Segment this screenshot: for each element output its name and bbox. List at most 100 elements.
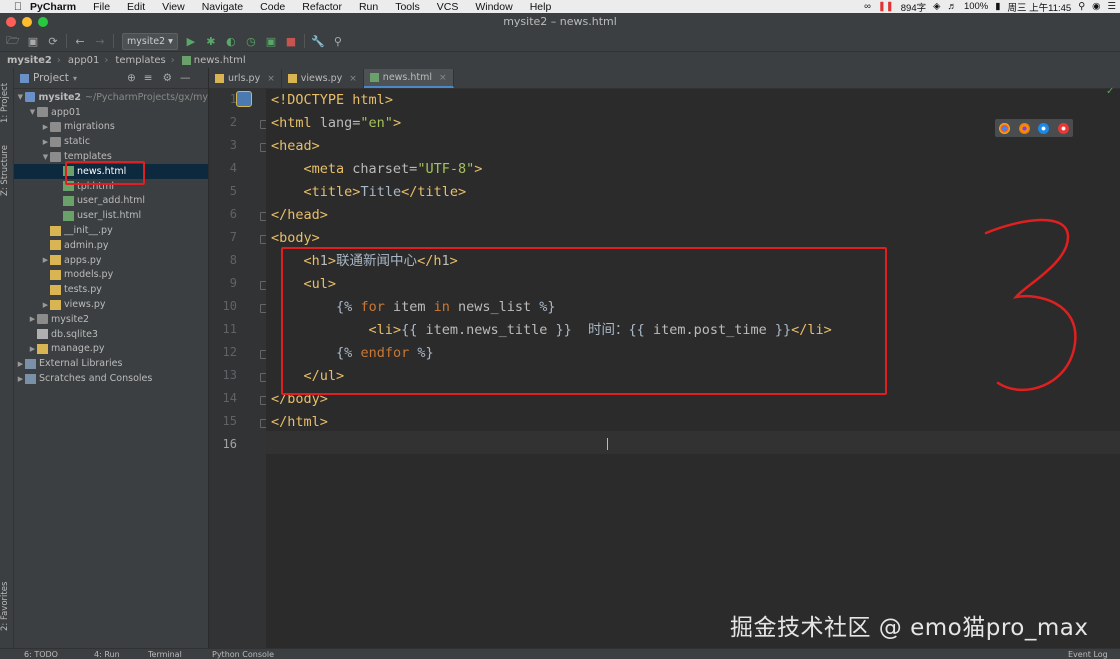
expanded-arrow-icon[interactable]: ▼ (28, 108, 37, 116)
tree-item-external-libraries[interactable]: ▶ External Libraries (14, 356, 208, 371)
project-view-selector[interactable]: Project (33, 72, 69, 84)
tree-item-models-py[interactable]: models.py (14, 268, 208, 283)
forward-icon[interactable]: → (93, 34, 107, 48)
coverage-icon[interactable]: ◐ (224, 34, 238, 48)
target-icon[interactable]: ⊕ (127, 72, 136, 84)
code-line[interactable]: <meta charset="UTF-8"> (271, 158, 483, 181)
menu-tools[interactable]: Tools (395, 1, 420, 13)
menu-help[interactable]: Help (530, 1, 552, 13)
pause-icon[interactable]: ❚❚ (878, 1, 894, 12)
tree-item-user-add-html[interactable]: user_add.html (14, 194, 208, 209)
code-line[interactable]: <title>Title</title> (271, 181, 467, 204)
structure-tool-tab[interactable]: Z: Structure (0, 140, 13, 202)
wifi-icon[interactable]: ◈ (933, 1, 940, 12)
python-console-icon[interactable] (236, 91, 252, 107)
back-icon[interactable]: ← (73, 34, 87, 48)
apple-menu-icon[interactable]:  (12, 1, 24, 13)
run-config-select[interactable]: mysite2 ▾ (122, 32, 178, 50)
tree-item-scratches[interactable]: ▶ Scratches and Consoles (14, 371, 208, 386)
tree-item-init-py[interactable]: __init__.py (14, 223, 208, 238)
menu-run[interactable]: Run (359, 1, 378, 13)
tree-item-static[interactable]: ▶ static (14, 134, 208, 149)
annotation-highlight-code-block (281, 247, 887, 395)
gear-icon[interactable]: ⚙ (163, 72, 172, 84)
tree-item-app01[interactable]: ▼ app01 (14, 105, 208, 120)
tree-item-tests-py[interactable]: tests.py (14, 282, 208, 297)
breadcrumb-item[interactable]: templates › (115, 55, 174, 66)
search-everywhere-icon[interactable]: ⚲ (331, 34, 345, 48)
breadcrumb-label: mysite2 (7, 55, 52, 66)
code-line[interactable]: </head> (271, 204, 328, 227)
breadcrumb-item[interactable]: mysite2 › (7, 55, 61, 66)
collapsed-arrow-icon[interactable]: ▶ (16, 360, 25, 368)
collapsed-arrow-icon[interactable]: ▶ (41, 123, 50, 131)
tab-views-py[interactable]: views.py × (282, 69, 364, 88)
collapsed-arrow-icon[interactable]: ▶ (28, 345, 37, 353)
collapsed-arrow-icon[interactable]: ▶ (41, 301, 50, 309)
favorites-tool-tab[interactable]: 2: Favorites (0, 573, 13, 639)
breadcrumb-item[interactable]: news.html (181, 55, 246, 66)
inspection-ok-icon[interactable]: ✓ (1106, 86, 1114, 97)
menu-file[interactable]: File (93, 1, 110, 13)
menu-refactor[interactable]: Refactor (302, 1, 342, 13)
concurrency-icon[interactable]: ▣ (264, 34, 278, 48)
profile-icon[interactable]: ◷ (244, 34, 258, 48)
word-count[interactable]: 894字 (901, 0, 926, 14)
menu-window[interactable]: Window (475, 1, 512, 13)
wrench-icon[interactable]: 🔧 (311, 34, 325, 48)
siri-icon[interactable]: ◉ (1092, 1, 1100, 12)
volume-icon[interactable]: ♬ (947, 1, 957, 12)
firefox-icon[interactable] (1018, 122, 1030, 134)
infinity-icon[interactable]: ∞ (864, 1, 871, 12)
tab-news-html[interactable]: news.html × (363, 69, 454, 88)
tree-item-migrations[interactable]: ▶ migrations (14, 120, 208, 135)
tree-item-mysite2-root[interactable]: ▼ mysite2 ~/PycharmProjects/gx/my (14, 90, 208, 105)
tree-item-user-list-html[interactable]: user_list.html (14, 208, 208, 223)
stop-icon[interactable]: ■ (284, 34, 298, 48)
open-folder-icon[interactable]: 🗁 (6, 34, 20, 48)
close-tab-icon[interactable]: × (349, 74, 357, 84)
close-tab-icon[interactable]: × (267, 74, 275, 84)
menu-view[interactable]: View (162, 1, 185, 13)
sync-icon[interactable]: ⟳ (46, 34, 60, 48)
save-icon[interactable]: ▣ (26, 34, 40, 48)
menu-edit[interactable]: Edit (127, 1, 145, 13)
search-icon[interactable]: ⚲ (1078, 1, 1085, 12)
tree-item-views-py[interactable]: ▶ views.py (14, 297, 208, 312)
hide-panel-icon[interactable]: — (180, 72, 191, 84)
html-file-icon (63, 210, 74, 221)
menu-navigate[interactable]: Navigate (202, 1, 243, 13)
code-line[interactable]: <!DOCTYPE html> (271, 89, 393, 112)
close-tab-icon[interactable]: × (439, 73, 447, 83)
menu-list-icon[interactable]: ☰ (1107, 1, 1116, 12)
expanded-arrow-icon[interactable]: ▼ (41, 153, 50, 161)
battery-percent[interactable]: 100% (964, 1, 988, 12)
menu-app-name[interactable]: PyCharm (30, 1, 76, 13)
code-line[interactable]: <head> (271, 135, 320, 158)
tree-item-db-sqlite3[interactable]: db.sqlite3 (14, 327, 208, 342)
safari-icon[interactable] (1038, 122, 1050, 134)
menu-vcs[interactable]: VCS (437, 1, 459, 13)
tree-item-apps-py[interactable]: ▶ apps.py (14, 253, 208, 268)
expanded-arrow-icon[interactable]: ▼ (16, 93, 25, 101)
code-line[interactable]: <html lang="en"> (271, 112, 401, 135)
run-icon[interactable]: ▶ (184, 34, 198, 48)
opera-icon[interactable] (1057, 122, 1069, 134)
collapsed-arrow-icon[interactable]: ▶ (41, 256, 50, 264)
tree-item-mysite2[interactable]: ▶ mysite2 (14, 312, 208, 327)
chevron-down-icon[interactable]: ▾ (73, 74, 77, 83)
tree-item-manage-py[interactable]: ▶ manage.py (14, 342, 208, 357)
code-line[interactable]: </html> (271, 411, 328, 434)
tree-item-admin-py[interactable]: admin.py (14, 238, 208, 253)
menu-code[interactable]: Code (260, 1, 285, 13)
project-tool-tab[interactable]: 1: Project (0, 74, 13, 132)
debug-icon[interactable]: ✱ (204, 34, 218, 48)
breadcrumb-item[interactable]: app01 › (68, 55, 109, 66)
collapsed-arrow-icon[interactable]: ▶ (28, 315, 37, 323)
chrome-icon[interactable] (999, 122, 1011, 134)
collapsed-arrow-icon[interactable]: ▶ (41, 138, 50, 146)
collapsed-arrow-icon[interactable]: ▶ (16, 375, 25, 383)
collapse-all-icon[interactable]: ≡ (144, 72, 153, 84)
tab-urls-py[interactable]: urls.py × (209, 69, 282, 88)
menubar-clock[interactable]: 周三 上午11:45 (1007, 0, 1071, 14)
